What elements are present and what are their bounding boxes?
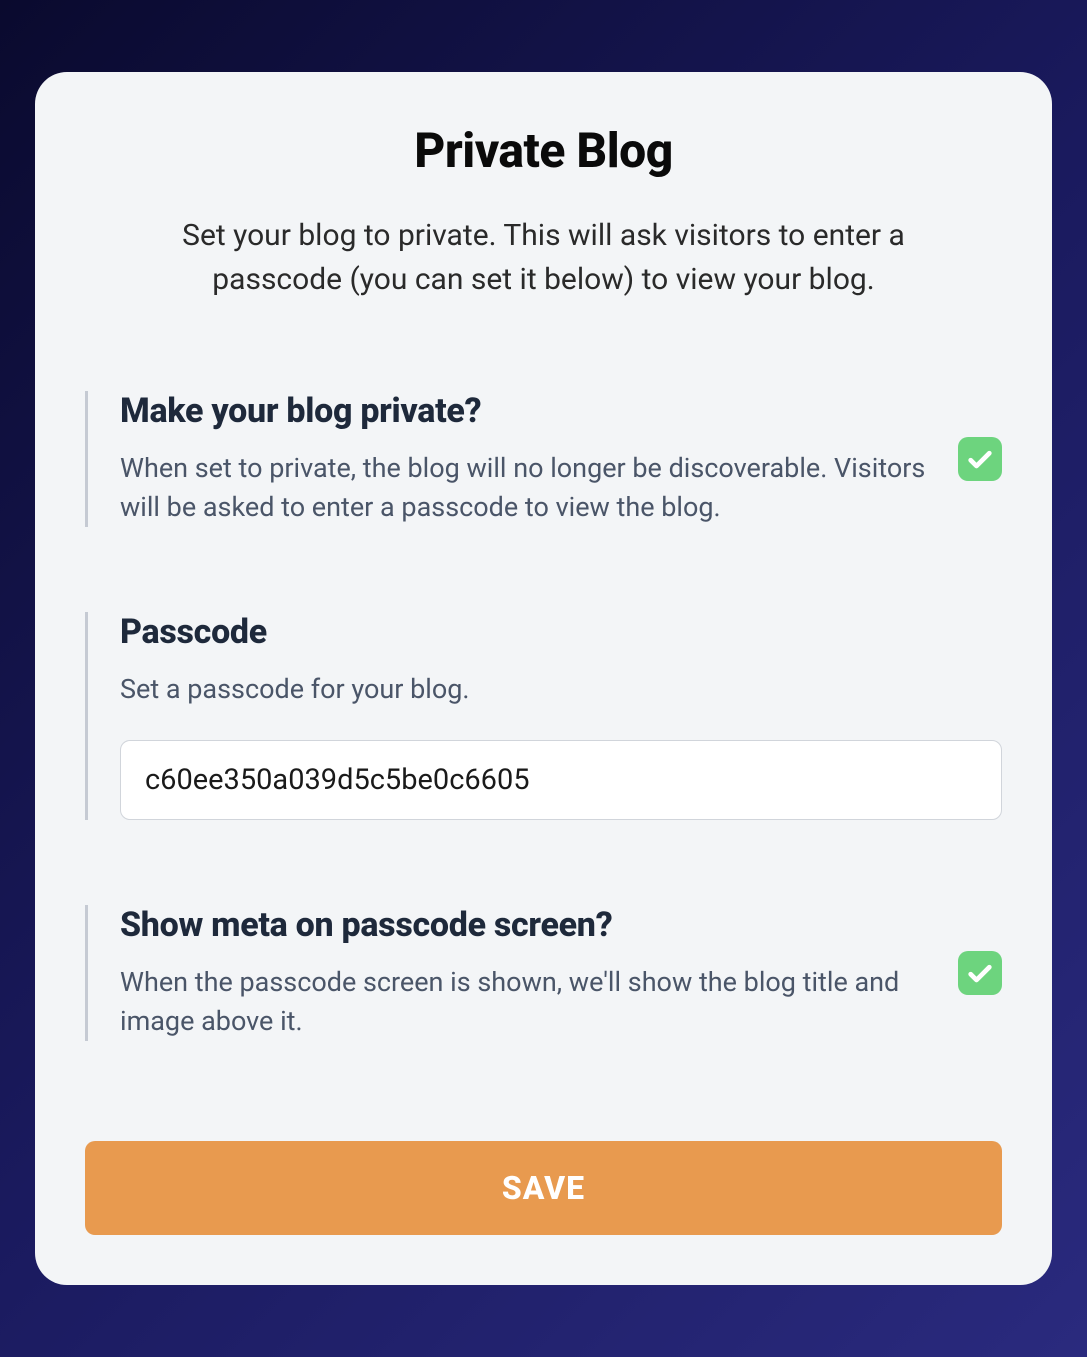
show-meta-section: Show meta on passcode screen? When the p… [85, 905, 1002, 1041]
show-meta-title: Show meta on passcode screen? [120, 905, 928, 945]
check-icon [966, 445, 994, 473]
make-private-description: When set to private, the blog will no lo… [120, 449, 928, 527]
section-content: Show meta on passcode screen? When the p… [120, 905, 928, 1041]
passcode-section: Passcode Set a passcode for your blog. [85, 612, 1002, 819]
passcode-title: Passcode [120, 612, 1002, 652]
make-private-section: Make your blog private? When set to priv… [85, 391, 1002, 527]
passcode-description: Set a passcode for your blog. [120, 670, 1002, 709]
check-icon [966, 959, 994, 987]
page-subtitle: Set your blog to private. This will ask … [119, 214, 969, 301]
save-button[interactable]: SAVE [85, 1141, 1002, 1235]
settings-card: Private Blog Set your blog to private. T… [35, 72, 1052, 1285]
section-content: Passcode Set a passcode for your blog. [120, 612, 1002, 819]
section-content: Make your blog private? When set to priv… [120, 391, 928, 527]
passcode-input[interactable] [120, 740, 1002, 820]
section-row: Make your blog private? When set to priv… [120, 391, 1002, 527]
card-header: Private Blog Set your blog to private. T… [85, 122, 1002, 301]
make-private-checkbox[interactable] [958, 437, 1002, 481]
show-meta-description: When the passcode screen is shown, we'll… [120, 963, 928, 1041]
section-row: Show meta on passcode screen? When the p… [120, 905, 1002, 1041]
page-title: Private Blog [85, 122, 1002, 179]
make-private-title: Make your blog private? [120, 391, 928, 431]
show-meta-checkbox[interactable] [958, 951, 1002, 995]
